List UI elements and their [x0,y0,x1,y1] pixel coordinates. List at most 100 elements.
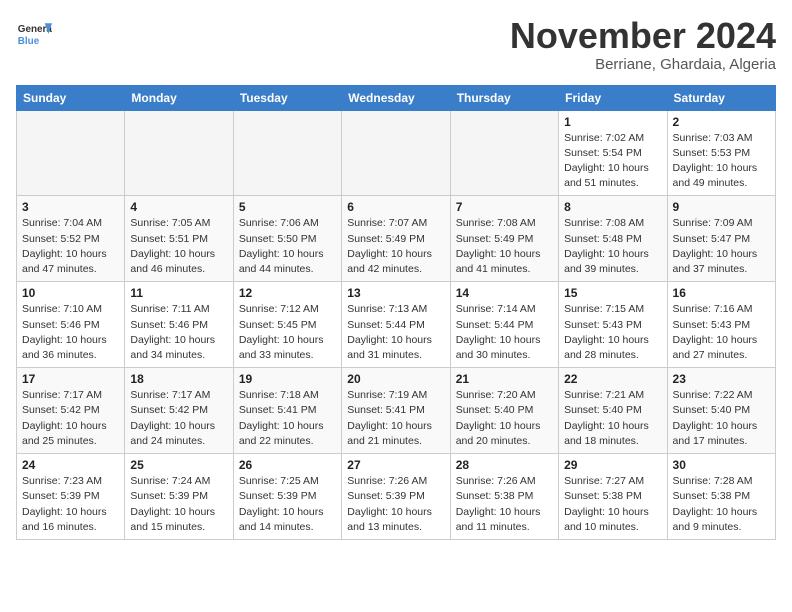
day-info: Sunrise: 7:19 AMSunset: 5:41 PMDaylight:… [347,388,444,449]
weekday-header-monday: Monday [125,85,233,110]
day-number: 16 [673,286,770,300]
calendar-cell: 19 Sunrise: 7:18 AMSunset: 5:41 PMDayligh… [233,368,341,454]
day-number: 12 [239,286,336,300]
calendar-cell: 5 Sunrise: 7:06 AMSunset: 5:50 PMDaylight… [233,196,341,282]
calendar-cell: 7 Sunrise: 7:08 AMSunset: 5:49 PMDaylight… [450,196,558,282]
day-number: 19 [239,372,336,386]
calendar-cell: 11 Sunrise: 7:11 AMSunset: 5:46 PMDayligh… [125,282,233,368]
day-info: Sunrise: 7:11 AMSunset: 5:46 PMDaylight:… [130,302,227,363]
day-info: Sunrise: 7:20 AMSunset: 5:40 PMDaylight:… [456,388,553,449]
day-info: Sunrise: 7:09 AMSunset: 5:47 PMDaylight:… [673,216,770,277]
calendar-week-row: 24 Sunrise: 7:23 AMSunset: 5:39 PMDayligh… [17,454,776,540]
calendar-cell: 21 Sunrise: 7:20 AMSunset: 5:40 PMDayligh… [450,368,558,454]
day-info: Sunrise: 7:07 AMSunset: 5:49 PMDaylight:… [347,216,444,277]
svg-text:Blue: Blue [18,36,40,47]
calendar-body: 1Sunrise: 7:02 AMSunset: 5:54 PMDaylight… [17,110,776,539]
day-number: 28 [456,458,553,472]
day-number: 5 [239,200,336,214]
weekday-header-friday: Friday [559,85,667,110]
day-number: 2 [673,115,770,129]
day-number: 23 [673,372,770,386]
day-number: 30 [673,458,770,472]
calendar-cell: 8Sunrise: 7:08 AMSunset: 5:48 PMDaylight… [559,196,667,282]
day-info: Sunrise: 7:12 AMSunset: 5:45 PMDaylight:… [239,302,336,363]
day-number: 9 [673,200,770,214]
weekday-header-tuesday: Tuesday [233,85,341,110]
calendar-week-row: 17 Sunrise: 7:17 AMSunset: 5:42 PMDayligh… [17,368,776,454]
calendar-cell: 16Sunrise: 7:16 AMSunset: 5:43 PMDayligh… [667,282,775,368]
day-info: Sunrise: 7:17 AMSunset: 5:42 PMDaylight:… [22,388,119,449]
calendar-cell: 2 Sunrise: 7:03 AMSunset: 5:53 PMDaylight… [667,110,775,196]
day-info: Sunrise: 7:21 AMSunset: 5:40 PMDaylight:… [564,388,661,449]
calendar-cell: 27 Sunrise: 7:26 AMSunset: 5:39 PMDayligh… [342,454,450,540]
calendar-cell: 17 Sunrise: 7:17 AMSunset: 5:42 PMDayligh… [17,368,125,454]
day-number: 7 [456,200,553,214]
calendar-cell: 30 Sunrise: 7:28 AMSunset: 5:38 PMDayligh… [667,454,775,540]
day-info: Sunrise: 7:22 AMSunset: 5:40 PMDaylight:… [673,388,770,449]
day-number: 3 [22,200,119,214]
day-number: 10 [22,286,119,300]
day-number: 11 [130,286,227,300]
day-info: Sunrise: 7:08 AMSunset: 5:49 PMDaylight:… [456,216,553,277]
calendar-week-row: 10 Sunrise: 7:10 AMSunset: 5:46 PMDayligh… [17,282,776,368]
calendar-cell: 6 Sunrise: 7:07 AMSunset: 5:49 PMDaylight… [342,196,450,282]
day-number: 21 [456,372,553,386]
month-title: November 2024 [510,16,776,56]
calendar-cell: 3 Sunrise: 7:04 AMSunset: 5:52 PMDaylight… [17,196,125,282]
calendar-week-row: 3 Sunrise: 7:04 AMSunset: 5:52 PMDaylight… [17,196,776,282]
day-info: Sunrise: 7:23 AMSunset: 5:39 PMDaylight:… [22,474,119,535]
day-number: 17 [22,372,119,386]
day-info: Sunrise: 7:10 AMSunset: 5:46 PMDaylight:… [22,302,119,363]
calendar-cell: 25 Sunrise: 7:24 AMSunset: 5:39 PMDayligh… [125,454,233,540]
calendar-cell: 24 Sunrise: 7:23 AMSunset: 5:39 PMDayligh… [17,454,125,540]
day-info: Sunrise: 7:15 AMSunset: 5:43 PMDaylight:… [564,302,661,363]
day-number: 8 [564,200,661,214]
day-number: 18 [130,372,227,386]
day-number: 13 [347,286,444,300]
calendar-cell: 9 Sunrise: 7:09 AMSunset: 5:47 PMDaylight… [667,196,775,282]
title-block: November 2024 Berriane, Ghardaia, Algeri… [510,16,776,73]
weekday-header-sunday: Sunday [17,85,125,110]
calendar-cell: 13 Sunrise: 7:13 AMSunset: 5:44 PMDayligh… [342,282,450,368]
day-number: 14 [456,286,553,300]
calendar-cell: 29Sunrise: 7:27 AMSunset: 5:38 PMDayligh… [559,454,667,540]
calendar-cell: 22 Sunrise: 7:21 AMSunset: 5:40 PMDayligh… [559,368,667,454]
day-info: Sunrise: 7:04 AMSunset: 5:52 PMDaylight:… [22,216,119,277]
calendar-cell [125,110,233,196]
day-number: 29 [564,458,661,472]
day-info: Sunrise: 7:05 AMSunset: 5:51 PMDaylight:… [130,216,227,277]
calendar-table: SundayMondayTuesdayWednesdayThursdayFrid… [16,85,776,540]
day-info: Sunrise: 7:26 AMSunset: 5:38 PMDaylight:… [456,474,553,535]
weekday-header-thursday: Thursday [450,85,558,110]
calendar-cell: 10 Sunrise: 7:10 AMSunset: 5:46 PMDayligh… [17,282,125,368]
day-info: Sunrise: 7:18 AMSunset: 5:41 PMDaylight:… [239,388,336,449]
calendar-cell [17,110,125,196]
calendar-cell: 20 Sunrise: 7:19 AMSunset: 5:41 PMDayligh… [342,368,450,454]
calendar-cell: 12 Sunrise: 7:12 AMSunset: 5:45 PMDayligh… [233,282,341,368]
day-info: Sunrise: 7:28 AMSunset: 5:38 PMDaylight:… [673,474,770,535]
day-number: 22 [564,372,661,386]
day-number: 27 [347,458,444,472]
day-number: 15 [564,286,661,300]
weekday-header-row: SundayMondayTuesdayWednesdayThursdayFrid… [17,85,776,110]
day-info: Sunrise: 7:13 AMSunset: 5:44 PMDaylight:… [347,302,444,363]
weekday-header-wednesday: Wednesday [342,85,450,110]
day-info: Sunrise: 7:02 AMSunset: 5:54 PMDaylight:… [564,131,661,192]
location: Berriane, Ghardaia, Algeria [510,56,776,73]
calendar-cell: 1Sunrise: 7:02 AMSunset: 5:54 PMDaylight… [559,110,667,196]
day-number: 25 [130,458,227,472]
day-info: Sunrise: 7:06 AMSunset: 5:50 PMDaylight:… [239,216,336,277]
calendar-cell: 14Sunrise: 7:14 AMSunset: 5:44 PMDayligh… [450,282,558,368]
day-number: 6 [347,200,444,214]
calendar-cell [233,110,341,196]
day-number: 24 [22,458,119,472]
day-number: 20 [347,372,444,386]
logo-icon: General Blue [16,16,52,52]
page: General Blue November 2024 Berriane, Gha… [0,0,792,548]
day-info: Sunrise: 7:03 AMSunset: 5:53 PMDaylight:… [673,131,770,192]
calendar-cell: 18Sunrise: 7:17 AMSunset: 5:42 PMDayligh… [125,368,233,454]
calendar-cell: 15 Sunrise: 7:15 AMSunset: 5:43 PMDayligh… [559,282,667,368]
day-info: Sunrise: 7:24 AMSunset: 5:39 PMDaylight:… [130,474,227,535]
day-info: Sunrise: 7:26 AMSunset: 5:39 PMDaylight:… [347,474,444,535]
calendar-cell [450,110,558,196]
